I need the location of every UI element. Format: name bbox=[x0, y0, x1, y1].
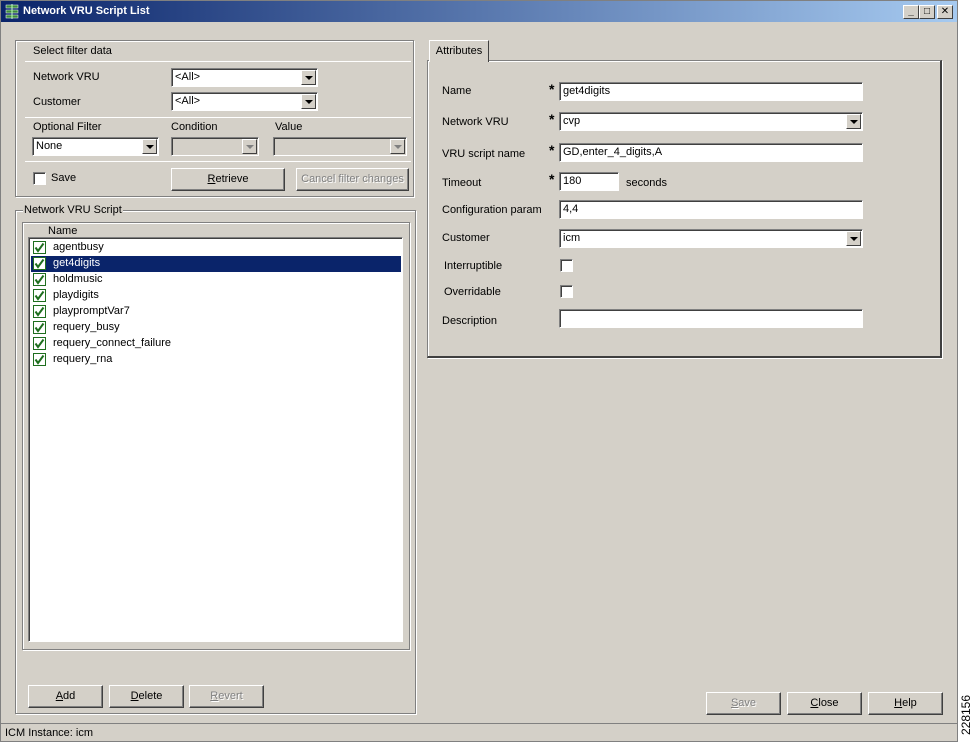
cancel-filter-changes-button[interactable]: Cancel filter changes bbox=[296, 168, 409, 191]
save-button[interactable]: Save bbox=[706, 692, 781, 715]
required-marker: * bbox=[549, 111, 555, 127]
required-marker: * bbox=[549, 142, 555, 158]
optional-filter-select[interactable]: None bbox=[32, 137, 159, 156]
list-item[interactable]: playpromptVar7 bbox=[31, 304, 401, 320]
check-icon bbox=[33, 305, 46, 318]
value-label: Value bbox=[275, 121, 303, 133]
check-icon bbox=[33, 257, 46, 270]
divider bbox=[25, 161, 411, 162]
add-button[interactable]: Add bbox=[28, 685, 103, 708]
customer-filter-select[interactable]: <All> bbox=[171, 92, 318, 111]
list-item[interactable]: holdmusic bbox=[31, 272, 401, 288]
timeout-field[interactable]: 180 bbox=[559, 172, 619, 191]
status-bar: ICM Instance: icm bbox=[1, 723, 957, 742]
title-bar: Network VRU Script List _ □ ✕ bbox=[1, 1, 957, 22]
vru-script-name-label: VRU script name bbox=[442, 148, 526, 160]
filter-group-label: Select filter data bbox=[33, 45, 112, 57]
vru-script-name-field[interactable]: GD,enter_4_digits,A bbox=[559, 143, 863, 162]
list-item-label: get4digits bbox=[51, 257, 103, 269]
required-marker: * bbox=[549, 171, 555, 187]
main-window: Network VRU Script List _ □ ✕ Select fil… bbox=[0, 0, 958, 742]
condition-label: Condition bbox=[171, 121, 218, 133]
close-window-icon[interactable]: ✕ bbox=[937, 5, 953, 19]
timeout-label: Timeout bbox=[442, 177, 482, 189]
list-item[interactable]: agentbusy bbox=[31, 240, 401, 256]
chevron-down-icon[interactable] bbox=[301, 94, 316, 109]
divider bbox=[25, 117, 411, 118]
list-item[interactable]: playdigits bbox=[31, 288, 401, 304]
help-button[interactable]: Help bbox=[868, 692, 943, 715]
delete-button[interactable]: Delete bbox=[109, 685, 184, 708]
list-item[interactable]: requery_rna bbox=[31, 352, 401, 368]
window-title: Network VRU Script List bbox=[23, 5, 150, 17]
customer-label: Customer bbox=[442, 232, 490, 244]
customer-select[interactable]: icm bbox=[559, 229, 863, 248]
interruptible-checkbox[interactable] bbox=[560, 259, 573, 272]
close-button[interactable]: Close bbox=[787, 692, 862, 715]
optional-filter-label: Optional Filter bbox=[33, 121, 102, 133]
overridable-checkbox[interactable] bbox=[560, 285, 573, 298]
chevron-down-icon[interactable] bbox=[242, 139, 257, 154]
app-icon bbox=[4, 4, 20, 19]
customer-filter-label: Customer bbox=[33, 96, 81, 108]
name-column-header: Name bbox=[48, 225, 78, 237]
config-param-field[interactable]: 4,4 bbox=[559, 200, 863, 219]
list-item-label: playdigits bbox=[53, 289, 99, 301]
chevron-down-icon[interactable] bbox=[846, 114, 861, 129]
list-item[interactable]: requery_connect_failure bbox=[31, 336, 401, 352]
chevron-down-icon[interactable] bbox=[142, 139, 157, 154]
description-label: Description bbox=[442, 315, 498, 327]
divider bbox=[25, 61, 411, 62]
description-field[interactable] bbox=[559, 309, 863, 328]
network-vru-filter-label: Network VRU bbox=[33, 71, 100, 83]
check-icon bbox=[33, 289, 46, 302]
script-list-group-label: Network VRU Script bbox=[23, 204, 123, 216]
value-select[interactable] bbox=[273, 137, 407, 156]
overridable-label: Overridable bbox=[444, 286, 501, 298]
required-marker: * bbox=[549, 81, 555, 97]
list-item-label: requery_connect_failure bbox=[53, 337, 172, 349]
timeout-unit-label: seconds bbox=[626, 177, 667, 189]
check-icon bbox=[33, 241, 46, 254]
status-text: ICM Instance: icm bbox=[5, 727, 94, 739]
list-item[interactable]: get4digits bbox=[31, 256, 401, 272]
interruptible-label: Interruptible bbox=[444, 260, 503, 272]
chevron-down-icon[interactable] bbox=[846, 231, 861, 246]
list-item-label: playpromptVar7 bbox=[53, 305, 130, 317]
save-filter-label: Save bbox=[51, 172, 77, 184]
retrieve-button[interactable]: Retrieve bbox=[171, 168, 285, 191]
check-icon bbox=[33, 321, 46, 334]
check-icon bbox=[33, 353, 46, 366]
network-vru-select[interactable]: cvp bbox=[559, 112, 863, 131]
figure-id: 228156 bbox=[958, 694, 973, 736]
tab-attributes[interactable]: Attributes bbox=[429, 40, 489, 62]
minimize-icon[interactable]: _ bbox=[903, 5, 919, 19]
list-item-label: requery_busy bbox=[53, 321, 120, 333]
network-vru-label: Network VRU bbox=[442, 116, 509, 128]
list-item[interactable]: requery_busy bbox=[31, 320, 401, 336]
chevron-down-icon[interactable] bbox=[301, 70, 316, 85]
list-item-label: agentbusy bbox=[53, 241, 104, 253]
config-param-label: Configuration param bbox=[442, 204, 542, 216]
name-label: Name bbox=[442, 85, 472, 97]
save-filter-checkbox[interactable] bbox=[33, 172, 46, 185]
condition-select[interactable] bbox=[171, 137, 259, 156]
maximize-icon[interactable]: □ bbox=[919, 5, 935, 19]
name-field[interactable]: get4digits bbox=[559, 82, 863, 101]
script-listbox[interactable]: agentbusy get4digits holdmusic playdigits pl… bbox=[28, 237, 403, 642]
list-item-label: requery_rna bbox=[53, 353, 113, 365]
list-item-label: holdmusic bbox=[53, 273, 103, 285]
revert-button[interactable]: Revert bbox=[189, 685, 264, 708]
check-icon bbox=[33, 337, 46, 350]
check-icon bbox=[33, 273, 46, 286]
network-vru-filter-select[interactable]: <All> bbox=[171, 68, 318, 87]
chevron-down-icon[interactable] bbox=[390, 139, 405, 154]
